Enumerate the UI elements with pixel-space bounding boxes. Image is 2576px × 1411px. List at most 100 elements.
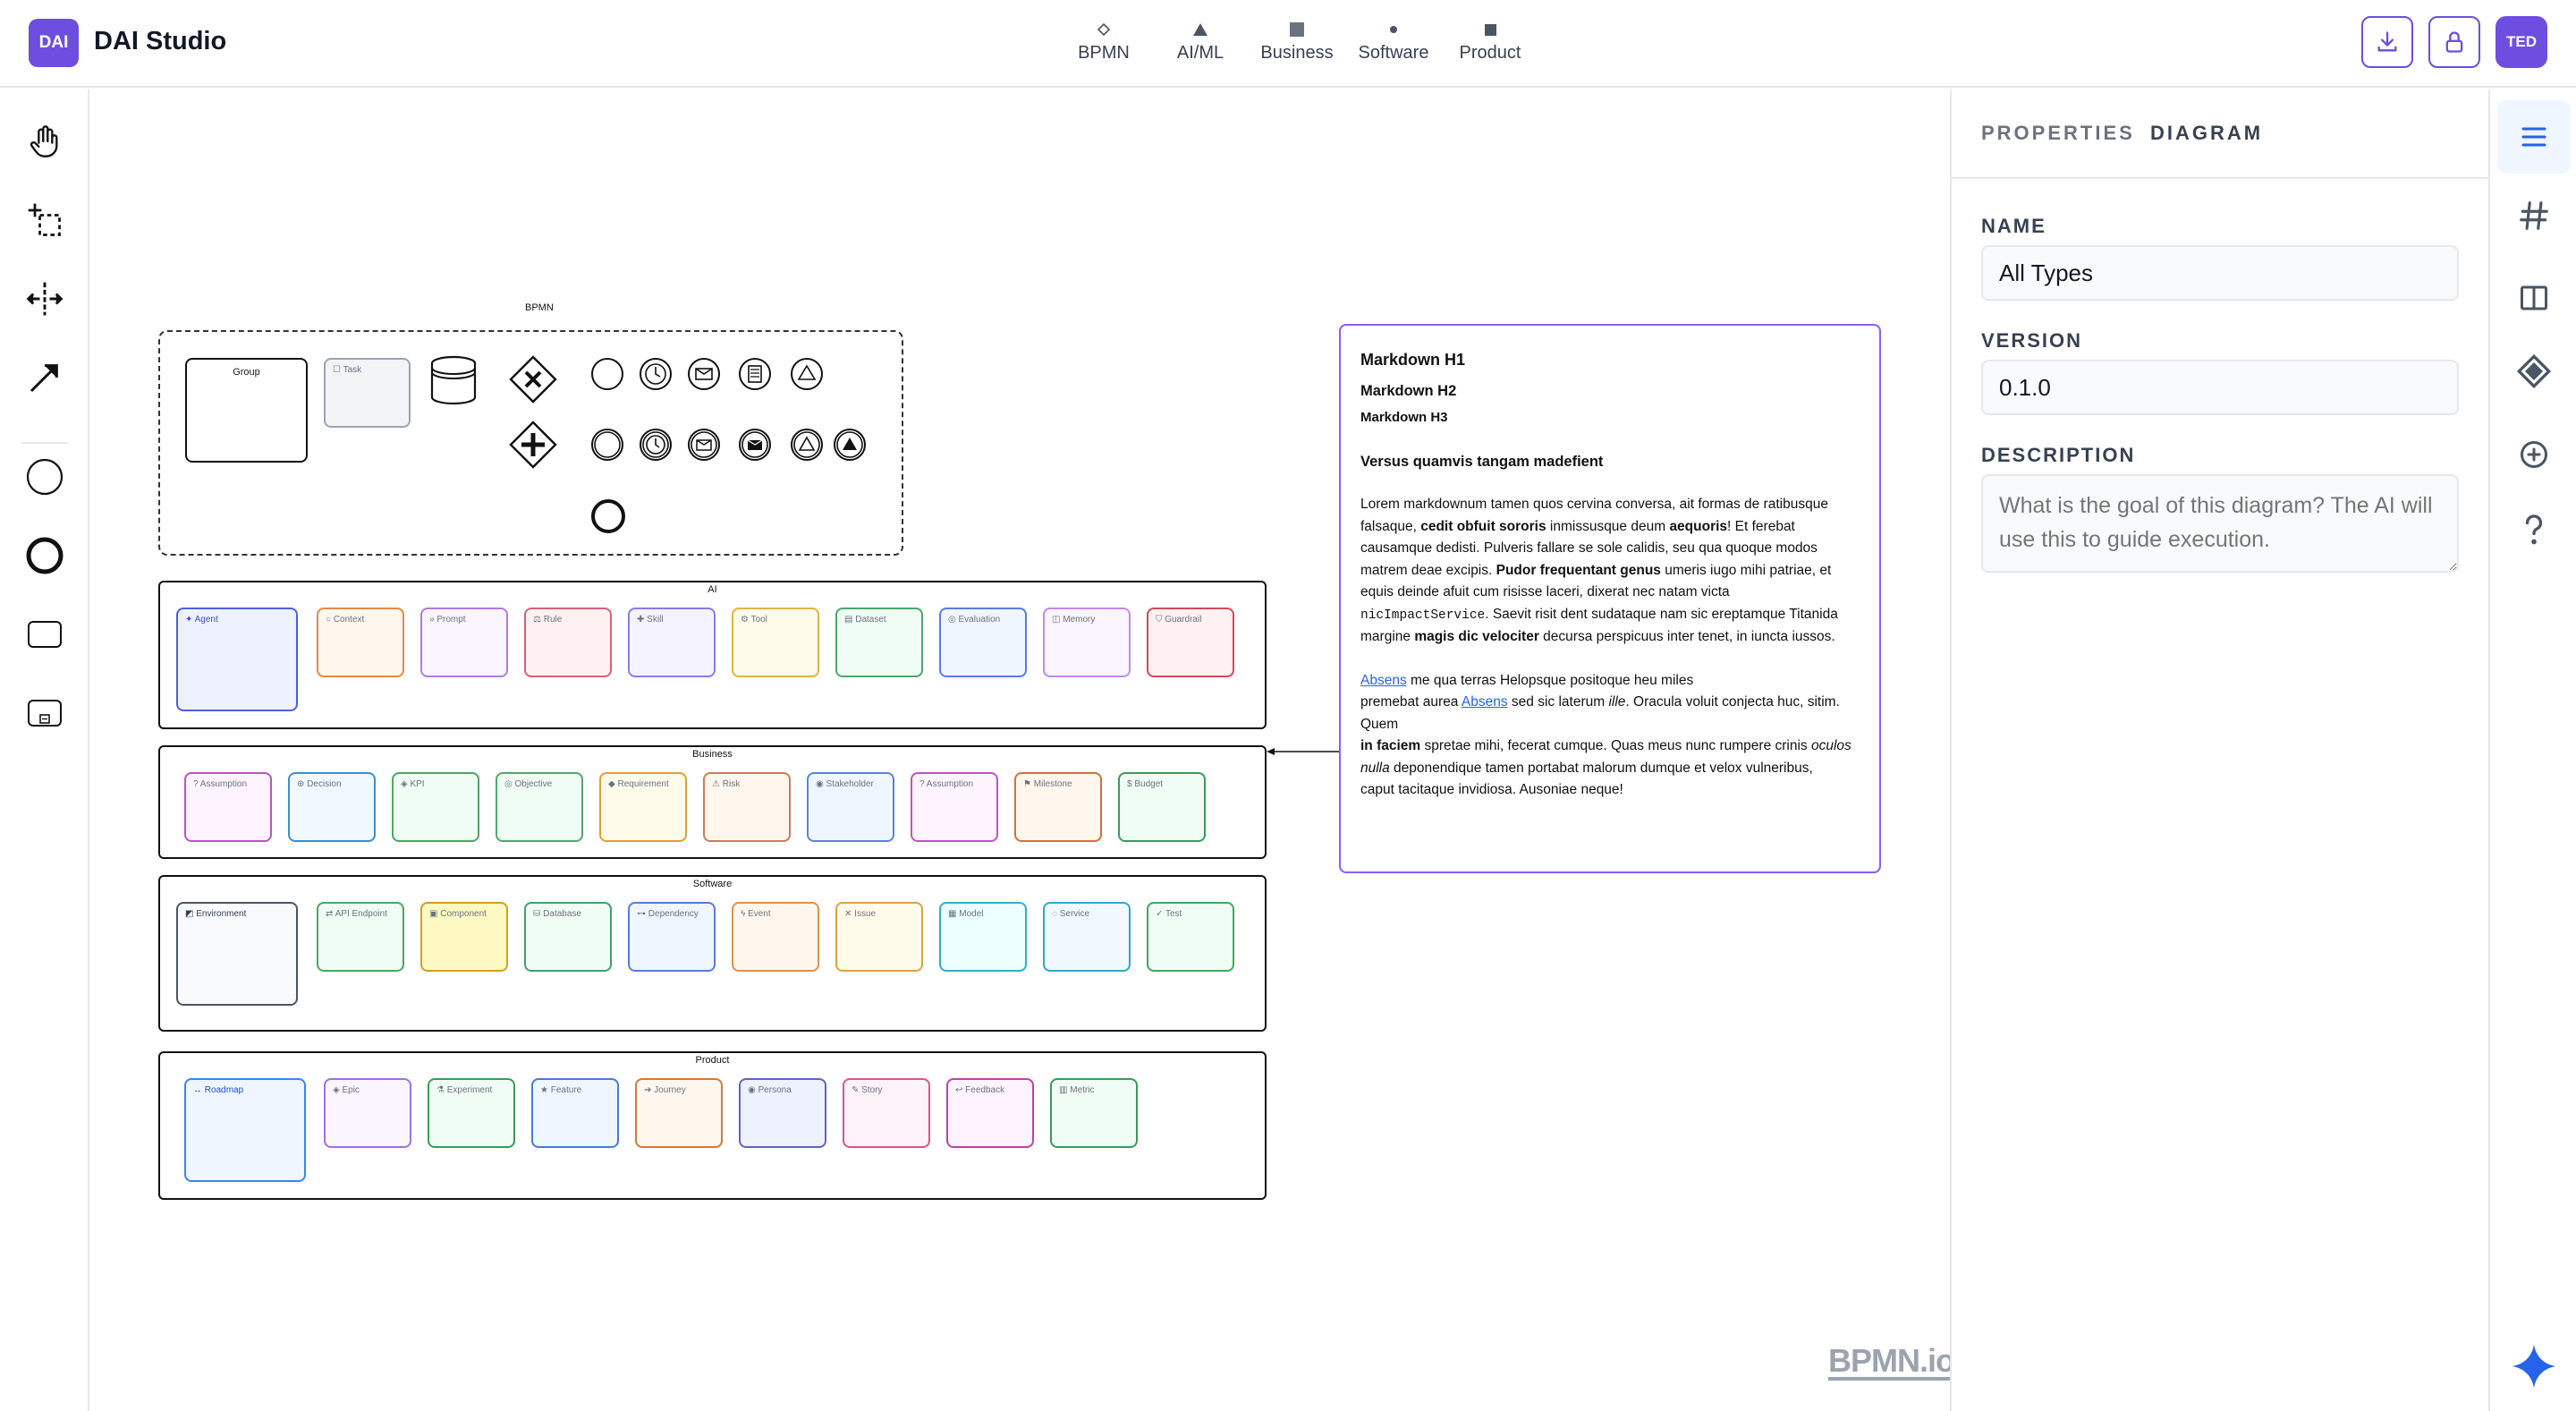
group-element[interactable]: Group — [185, 358, 308, 463]
bpmn-io-watermark[interactable]: BPMN.io — [1828, 1345, 1955, 1381]
plus-circle-icon — [2521, 441, 2547, 468]
lasso-tool[interactable] — [20, 195, 70, 245]
tab-bpmn[interactable]: BPMN — [1055, 16, 1152, 64]
markdown-annotation[interactable]: Markdown H1 Markdown H2 Markdown H3 Vers… — [1339, 324, 1881, 873]
software-node-service[interactable]: ◌ Service — [1043, 902, 1131, 972]
product-lane[interactable]: Product ↔ Roadmap ◈ Epic ⚗ Experiment ★ … — [158, 1051, 1267, 1200]
timer-start-event-icon[interactable] — [638, 356, 674, 392]
download-button[interactable] — [2361, 16, 2413, 68]
rail-diamond-button[interactable] — [2497, 335, 2571, 408]
software-node-event[interactable]: ϟ Event — [732, 902, 819, 972]
business-node-risk[interactable]: ⚠ Risk — [703, 772, 791, 842]
software-node-database[interactable]: ⛁ Database — [524, 902, 612, 972]
ai-node-memory[interactable]: ◫ Memory — [1043, 608, 1131, 677]
message-start-event-icon[interactable] — [686, 356, 722, 392]
timer-intermediate-event-icon[interactable] — [638, 427, 674, 463]
software-node-environment[interactable]: ◩ Environment — [176, 902, 298, 1006]
ai-node-tool[interactable]: ⚙ Tool — [732, 608, 819, 677]
description-field[interactable] — [1981, 474, 2459, 573]
version-field[interactable] — [1981, 360, 2459, 415]
ai-node-rule[interactable]: ⚖ Rule — [524, 608, 612, 677]
parallel-gateway-icon[interactable] — [509, 421, 557, 469]
business-node-requirement[interactable]: ◆ Requirement — [599, 772, 687, 842]
business-node-milestone[interactable]: ⚑ Milestone — [1014, 772, 1102, 842]
business-node-assumption[interactable]: ? Assumption — [184, 772, 272, 842]
business-node-decision[interactable]: ⊕ Decision — [288, 772, 376, 842]
tab-software[interactable]: Software — [1345, 16, 1442, 64]
signal-intermediate-event-icon[interactable] — [789, 427, 825, 463]
space-tool[interactable] — [20, 274, 70, 324]
software-lane[interactable]: Software ◩ Environment ⇄ API Endpoint ▣ … — [158, 875, 1267, 1032]
message-intermediate-event-icon[interactable] — [686, 427, 722, 463]
product-node-feature[interactable]: ★ Feature — [531, 1078, 619, 1148]
product-node-persona[interactable]: ◉ Persona — [739, 1078, 826, 1148]
markdown-link[interactable]: Absens — [1462, 694, 1508, 710]
start-event-tool[interactable] — [20, 452, 70, 502]
ai-node-skill[interactable]: ✚ Skill — [628, 608, 716, 677]
rail-properties-button[interactable] — [2497, 100, 2571, 174]
end-event-tool[interactable] — [20, 531, 70, 581]
software-node-api-endpoint[interactable]: ⇄ API Endpoint — [317, 902, 404, 972]
ai-node-guardrail[interactable]: ⛉ Guardrail — [1147, 608, 1234, 677]
markdown-link[interactable]: Absens — [1360, 673, 1407, 688]
tab-business[interactable]: Business — [1249, 16, 1345, 64]
user-avatar[interactable]: TED — [2496, 16, 2547, 68]
association-arrow[interactable] — [1265, 743, 1342, 761]
ai-node-agent[interactable]: ✦ Agent — [176, 608, 298, 711]
ai-node-context[interactable]: ○ Context — [317, 608, 404, 677]
intermediate-event-icon[interactable] — [589, 427, 625, 463]
rail-ai-button[interactable] — [2497, 1330, 2571, 1403]
software-node-model[interactable]: ▦ Model — [939, 902, 1027, 972]
connect-arrow-icon — [30, 364, 58, 393]
hand-tool-icon — [30, 125, 58, 157]
bpmn-group[interactable]: Group ☐ Task — [158, 330, 903, 556]
lane-title: AI — [708, 584, 717, 595]
data-store-icon[interactable] — [429, 355, 478, 405]
tab-product[interactable]: Product — [1442, 16, 1538, 64]
ai-node-dataset[interactable]: ▤ Dataset — [835, 608, 923, 677]
connect-tool[interactable] — [20, 353, 70, 403]
product-node-experiment[interactable]: ⚗ Experiment — [428, 1078, 515, 1148]
ai-node-evaluation[interactable]: ◎ Evaluation — [939, 608, 1027, 677]
end-event-icon[interactable] — [589, 497, 627, 535]
conditional-start-event-icon[interactable] — [737, 356, 773, 392]
product-node-journey[interactable]: ➔ Journey — [635, 1078, 723, 1148]
lock-button[interactable] — [2428, 16, 2480, 68]
software-node-component[interactable]: ▣ Component — [420, 902, 508, 972]
product-node-feedback[interactable]: ↩ Feedback — [946, 1078, 1034, 1148]
signal-start-event-icon[interactable] — [789, 356, 825, 392]
rail-add-button[interactable] — [2497, 418, 2571, 491]
product-node-metric[interactable]: ▥ Metric — [1050, 1078, 1138, 1148]
diagram-canvas[interactable]: BPMN Group ☐ Task AI ✦ Agent ○ Context »… — [91, 89, 1955, 1411]
software-node-issue[interactable]: ✕ Issue — [835, 902, 923, 972]
task-element[interactable]: ☐ Task — [324, 358, 411, 428]
business-node-objective[interactable]: ◎ Objective — [496, 772, 583, 842]
business-lane[interactable]: Business ? Assumption ⊕ Decision ◈ KPI ◎… — [158, 745, 1267, 859]
ai-lane[interactable]: AI ✦ Agent ○ Context » Prompt ⚖ Rule ✚ S… — [158, 581, 1267, 729]
product-node-roadmap[interactable]: ↔ Roadmap — [184, 1078, 306, 1182]
product-node-story[interactable]: ✎ Story — [843, 1078, 930, 1148]
exclusive-gateway-icon[interactable] — [509, 355, 557, 404]
hand-tool[interactable] — [20, 116, 70, 166]
tab-ai-ml[interactable]: AI/ML — [1152, 16, 1249, 64]
rail-columns-button[interactable] — [2497, 261, 2571, 335]
start-event-icon — [26, 458, 64, 496]
start-event-icon[interactable] — [589, 356, 625, 392]
message-throw-event-icon[interactable] — [737, 427, 773, 463]
signal-throw-event-icon[interactable] — [832, 427, 868, 463]
product-node-epic[interactable]: ◈ Epic — [324, 1078, 411, 1148]
rail-help-button[interactable] — [2497, 493, 2571, 566]
software-node-dependency[interactable]: ⊶ Dependency — [628, 902, 716, 972]
business-node-stakeholder[interactable]: ◉ Stakeholder — [807, 772, 894, 842]
tab-label: Software — [1358, 43, 1429, 63]
subprocess-tool[interactable] — [20, 688, 70, 738]
business-node-budget[interactable]: $ Budget — [1118, 772, 1206, 842]
task-tool[interactable] — [20, 609, 70, 659]
name-label: NAME — [1981, 215, 2046, 237]
name-field[interactable] — [1981, 245, 2459, 301]
business-node-assumption-2[interactable]: ? Assumption — [911, 772, 998, 842]
ai-node-prompt[interactable]: » Prompt — [420, 608, 508, 677]
software-node-test[interactable]: ✓ Test — [1147, 902, 1234, 972]
rail-hash-button[interactable] — [2497, 179, 2571, 252]
business-node-kpi[interactable]: ◈ KPI — [392, 772, 479, 842]
